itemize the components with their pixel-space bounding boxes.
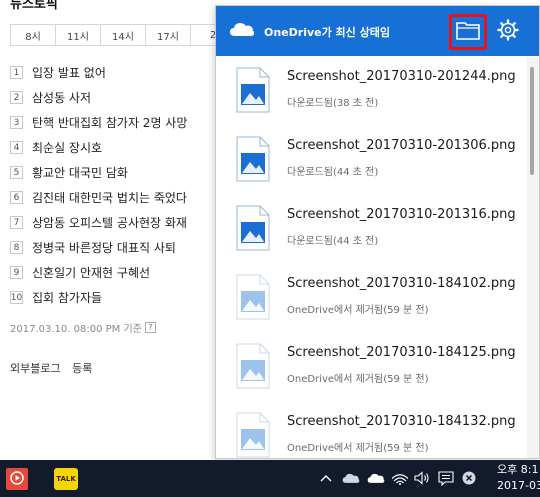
onedrive-tray-icon-2[interactable] (366, 468, 386, 488)
file-name: Screenshot_20170310-201244.png (287, 69, 516, 84)
flyout-title: OneDrive가 최신 상태임 (264, 26, 390, 39)
update-time: 2017.03.10. 08:00 PM 기준 ? (10, 320, 156, 335)
wifi-icon[interactable] (391, 468, 409, 488)
file-name: Screenshot_20170310-201306.png (287, 138, 516, 153)
file-status: 다운로드됨(44 초 전) (287, 167, 379, 178)
rank-link[interactable]: 황교안 대국민 담화 (32, 164, 128, 181)
hour-tabs: 8시 11시 14시 17시 2 (10, 24, 236, 46)
chevron-up-icon[interactable] (318, 468, 334, 488)
image-file-icon (236, 205, 270, 255)
register-link[interactable]: 등록 (72, 362, 92, 375)
rank-link[interactable]: 정병국 바른정당 대표직 사퇴 (32, 239, 176, 256)
file-list: Screenshot_20170310-201244.png 다운로드됨(38 … (216, 57, 526, 458)
kakaotalk-label: TALK (56, 475, 76, 483)
file-item[interactable]: Screenshot_20170310-201306.png 다운로드됨(44 … (216, 126, 526, 195)
rank-item[interactable]: 9 신혼일기 안재현 구혜선 (10, 260, 187, 285)
news-topic-title: 뉴스토픽 (10, 0, 58, 12)
update-time-text: 2017.03.10. 08:00 PM 기준 (10, 324, 142, 335)
file-list-scrollbar[interactable] (527, 57, 539, 458)
rank-item[interactable]: 10 집회 참가자들 (10, 285, 187, 310)
gear-icon (497, 19, 519, 45)
file-status: OneDrive에서 제거됨(59 분 전) (287, 374, 429, 385)
news-rank-list: 1 입장 발표 없어 2 삼성동 사저 3 탄핵 반대집회 참가자 2명 사망 4 최순… (10, 60, 187, 310)
taskbar-clock[interactable]: 오후 8:1 2017-03- (497, 462, 540, 494)
rank-item[interactable]: 2 삼성동 사저 (10, 85, 187, 110)
onedrive-tray-icon[interactable] (341, 468, 361, 488)
rank-item[interactable]: 5 황교안 대국민 담화 (10, 160, 187, 185)
image-file-icon (236, 67, 270, 117)
rank-item[interactable]: 1 입장 발표 없어 (10, 60, 187, 85)
file-item[interactable]: Screenshot_20170310-184132.png OneDrive에… (216, 402, 526, 458)
rank-link[interactable]: 김진태 대한민국 법치는 죽었다 (32, 189, 187, 206)
rank-number: 4 (10, 141, 23, 154)
rank-number: 2 (10, 91, 23, 104)
file-name: Screenshot_20170310-184102.png (287, 276, 516, 291)
close-circle-icon[interactable] (460, 468, 478, 488)
external-blog-link[interactable]: 외부블로그 (10, 362, 61, 375)
hour-tab[interactable]: 17시 (145, 24, 191, 46)
file-name: Screenshot_20170310-201316.png (287, 207, 516, 222)
rank-number: 6 (10, 191, 23, 204)
volume-icon[interactable] (413, 468, 431, 488)
hour-tab[interactable]: 11시 (55, 24, 101, 46)
file-status: OneDrive에서 제거됨(59 분 전) (287, 443, 429, 454)
file-name: Screenshot_20170310-184132.png (287, 414, 516, 429)
rank-number: 7 (10, 216, 23, 229)
rank-number: 1 (10, 66, 23, 79)
taskbar-app-player[interactable] (6, 468, 28, 490)
file-item[interactable]: Screenshot_20170310-201244.png 다운로드됨(38 … (216, 57, 526, 126)
onedrive-cloud-icon (229, 21, 255, 41)
clock-date: 2017-03- (497, 479, 540, 492)
rank-link[interactable]: 신혼일기 안재현 구혜선 (32, 264, 150, 281)
rank-number: 3 (10, 116, 23, 129)
settings-button[interactable] (494, 18, 522, 46)
help-icon[interactable]: ? (144, 322, 156, 333)
rank-link[interactable]: 입장 발표 없어 (32, 64, 106, 81)
hour-tab[interactable]: 8시 (10, 24, 56, 46)
rank-number: 10 (10, 291, 23, 304)
rank-link[interactable]: 삼성동 사저 (32, 89, 91, 106)
image-file-icon (236, 136, 270, 186)
rank-number: 5 (10, 166, 23, 179)
rank-number: 9 (10, 266, 23, 279)
rank-number: 8 (10, 241, 23, 254)
rank-item[interactable]: 3 탄핵 반대집회 참가자 2명 사망 (10, 110, 187, 135)
file-status: OneDrive에서 제거됨(59 분 전) (287, 305, 429, 316)
notification-icon[interactable] (437, 468, 455, 488)
onedrive-flyout: OneDrive가 최신 상태임 Screenshot_20170310-201… (215, 5, 540, 459)
image-file-icon (236, 274, 270, 324)
rank-item[interactable]: 7 상암동 오피스텔 공사현장 화재 (10, 210, 187, 235)
hour-tab[interactable]: 14시 (100, 24, 146, 46)
rank-item[interactable]: 8 정병국 바른정당 대표직 사퇴 (10, 235, 187, 260)
flyout-header: OneDrive가 최신 상태임 (216, 6, 539, 56)
rank-link[interactable]: 집회 참가자들 (32, 289, 102, 306)
rank-link[interactable]: 탄핵 반대집회 참가자 2명 사망 (32, 114, 187, 131)
scrollbar-thumb[interactable] (530, 67, 534, 175)
rank-link[interactable]: 최순실 장시호 (32, 139, 102, 156)
file-status: 다운로드됨(44 초 전) (287, 236, 379, 247)
folder-icon (456, 20, 480, 44)
file-name: Screenshot_20170310-184125.png (287, 345, 516, 360)
taskbar: TALK 오후 8:1 2017-03- (0, 460, 540, 497)
file-status: 다운로드됨(38 초 전) (287, 98, 379, 109)
open-folder-button[interactable] (449, 14, 487, 50)
blog-links: 외부블로그 등록 (10, 360, 100, 376)
file-item[interactable]: Screenshot_20170310-201316.png 다운로드됨(44 … (216, 195, 526, 264)
taskbar-app-kakaotalk[interactable]: TALK (54, 468, 78, 490)
image-file-icon (236, 343, 270, 393)
file-item[interactable]: Screenshot_20170310-184102.png OneDrive에… (216, 264, 526, 333)
rank-item[interactable]: 6 김진태 대한민국 법치는 죽었다 (10, 185, 187, 210)
rank-link[interactable]: 상암동 오피스텔 공사현장 화재 (32, 214, 187, 231)
file-item[interactable]: Screenshot_20170310-184125.png OneDrive에… (216, 333, 526, 402)
clock-time: 오후 8:1 (497, 463, 539, 476)
play-icon (10, 470, 24, 489)
image-file-icon (236, 412, 270, 458)
rank-item[interactable]: 4 최순실 장시호 (10, 135, 187, 160)
